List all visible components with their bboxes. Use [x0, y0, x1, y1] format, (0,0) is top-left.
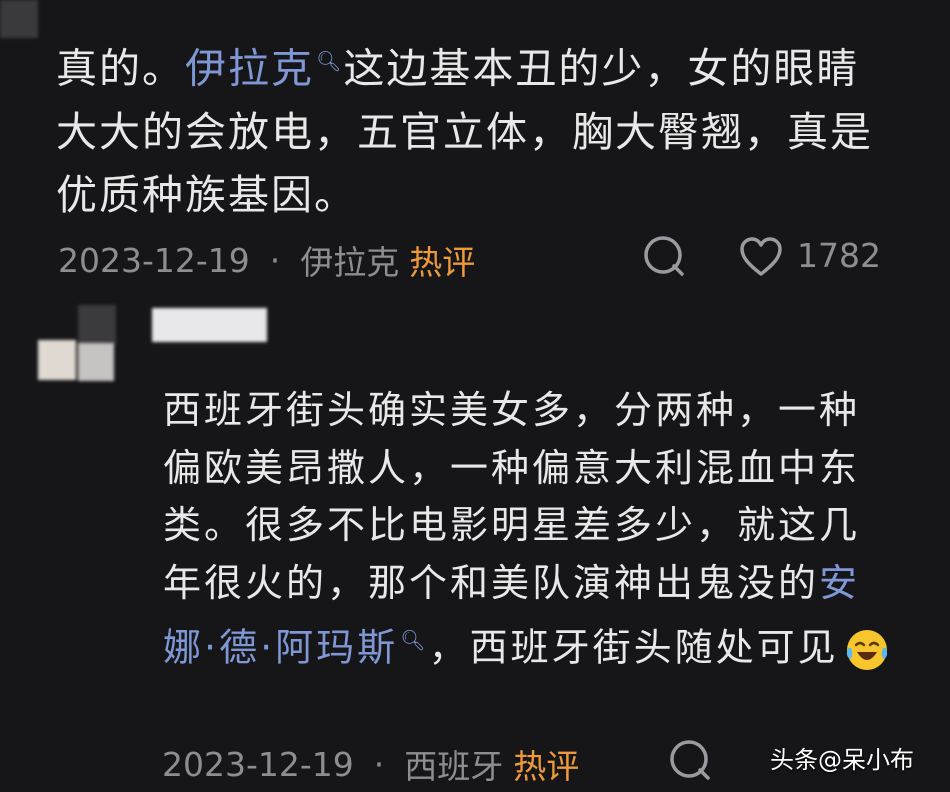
comment-2-date: 2023-12-19	[162, 744, 354, 784]
avatar-fragment-top	[0, 0, 38, 38]
hot-badge: 热评	[409, 243, 476, 282]
comment-icon[interactable]	[666, 736, 714, 784]
avatar	[38, 305, 116, 383]
comment-2-meta: 2023-12-19 · 西班牙 热评	[162, 740, 579, 788]
comment-2-text-part: 西班牙街头确实美女多，分两种，一种偏欧美昂撒人，一种偏意大利混血中东类。很多不比…	[163, 388, 861, 605]
comment-2-location: 西班牙	[404, 747, 504, 786]
search-icon[interactable]: 🔍︎	[400, 628, 428, 652]
comment-1-text: 真的。伊拉克 🔍︎这边基本丑的少，女的眼睛大大的会放电，五官立体，胸大臀翘，真是优…	[56, 30, 886, 227]
heart-icon[interactable]	[738, 236, 784, 278]
search-icon[interactable]: 🔍︎	[316, 49, 343, 73]
separator-dot: ·	[269, 240, 281, 280]
comment-1-text-part: 真的。	[56, 44, 185, 93]
comment-2-text: 西班牙街头确实美女多，分两种，一种偏欧美昂撒人，一种偏意大利混血中东类。很多不比…	[163, 382, 893, 677]
separator-dot: ·	[373, 744, 385, 784]
cry-laugh-emoji	[846, 630, 887, 671]
comment-1-link[interactable]: 伊拉克	[185, 45, 314, 93]
like-count: 1782	[797, 236, 881, 275]
comment-icon[interactable]	[640, 232, 688, 280]
hot-badge: 热评	[513, 747, 580, 786]
comment-1-date: 2023-12-19	[58, 240, 250, 280]
username-blurred	[152, 308, 267, 342]
comment-1-location: 伊拉克	[300, 243, 400, 282]
comment-2-text-rest: ，西班牙街头随处可见	[428, 625, 839, 670]
watermark: 头条@呆小布	[770, 746, 914, 774]
comment-1-meta: 2023-12-19 · 伊拉克 热评	[58, 236, 475, 284]
